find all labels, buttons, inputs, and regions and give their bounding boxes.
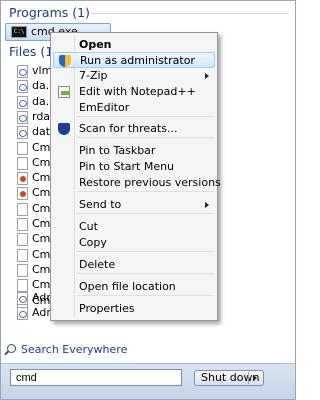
menu-item-label: Edit with Notepad++ [79, 85, 196, 98]
file-icon [17, 248, 28, 262]
menu-item-open[interactable]: Open [53, 37, 215, 53]
menu-item-7-zip[interactable]: 7-Zip [53, 68, 215, 84]
menu-separator [77, 273, 215, 274]
file-icon [17, 156, 28, 170]
file-icon [17, 141, 28, 155]
file-icon [17, 95, 28, 109]
menu-item-label: Send to [79, 198, 122, 211]
context-menu: Open Run as administrator 7-Zip Edit with N… [50, 32, 221, 321]
file-icon [17, 65, 28, 78]
menu-item-label: Pin to Taskbar [79, 144, 156, 157]
menu-item-label: Delete [79, 258, 116, 271]
menu-item-label: Pin to Start Menu [79, 160, 175, 173]
submenu-arrow-icon [205, 73, 209, 79]
menu-item-label: Cut [79, 220, 98, 233]
menu-item-cut[interactable]: Cut [53, 219, 215, 235]
cmd-exe-icon: C:\ [11, 26, 27, 38]
menu-separator [77, 213, 215, 214]
menu-item-pin-to-start-menu[interactable]: Pin to Start Menu [53, 159, 215, 175]
menu-item-label: Run as administrator [80, 54, 195, 67]
menu-item-open-file-location[interactable]: Open file location [53, 279, 215, 295]
start-search-input[interactable] [10, 369, 182, 386]
menu-item-label: Copy [79, 236, 107, 249]
menu-item-label: Properties [79, 302, 135, 315]
defender-shield-icon [58, 123, 70, 135]
search-everywhere-label: Search Everywhere [21, 343, 128, 356]
menu-item-pin-to-taskbar[interactable]: Pin to Taskbar [53, 143, 215, 159]
menu-item-label: 7-Zip [79, 69, 108, 82]
shutdown-separator [248, 372, 249, 384]
file-icon [17, 172, 28, 186]
menu-item-copy[interactable]: Copy [53, 235, 215, 251]
menu-item-label: Open [79, 38, 112, 51]
file-icon [17, 80, 28, 94]
search-icon [7, 344, 16, 353]
programs-header[interactable]: Programs (1) [9, 5, 90, 20]
menu-item-restore-previous-versions[interactable]: Restore previous versions [53, 175, 221, 191]
file-icon [17, 202, 28, 216]
menu-item-emeditor[interactable]: EmEditor [53, 100, 215, 116]
shutdown-button[interactable]: Shut down [194, 370, 264, 386]
file-icon [17, 218, 28, 231]
menu-item-label: Open file location [79, 280, 176, 293]
menu-separator [77, 116, 215, 117]
menu-item-label: Scan for threats... [79, 122, 178, 135]
menu-separator [77, 137, 215, 138]
file-icon [17, 263, 28, 277]
menu-separator [77, 295, 215, 296]
programs-divider [91, 13, 289, 14]
menu-item-label: Restore previous versions [79, 176, 221, 189]
shutdown-label: Shut down [201, 371, 260, 384]
menu-separator [77, 191, 215, 192]
file-icon [17, 292, 28, 305]
notepad-plus-icon [58, 86, 70, 98]
menu-item-run-as-administrator[interactable]: Run as administrator [53, 52, 215, 68]
shutdown-options-arrow-icon[interactable] [253, 375, 257, 381]
menu-item-properties[interactable]: Properties [53, 301, 215, 317]
file-icon [17, 126, 28, 140]
uac-shield-icon [59, 55, 71, 67]
file-icon [17, 110, 28, 124]
submenu-arrow-icon [205, 202, 209, 208]
file-icon [17, 279, 28, 293]
menu-separator [77, 251, 215, 252]
file-icon [17, 233, 28, 247]
file-icon [17, 187, 28, 201]
search-everywhere-link[interactable]: Search Everywhere [7, 343, 127, 356]
menu-item-send-to[interactable]: Send to [53, 197, 215, 213]
cmd-file-icon [17, 307, 28, 320]
menu-item-delete[interactable]: Delete [53, 257, 215, 273]
menu-item-edit-with-notepad[interactable]: Edit with Notepad++ [53, 84, 215, 100]
menu-item-label: EmEditor [79, 101, 130, 114]
menu-item-scan-for-threats[interactable]: Scan for threats... [53, 121, 215, 137]
